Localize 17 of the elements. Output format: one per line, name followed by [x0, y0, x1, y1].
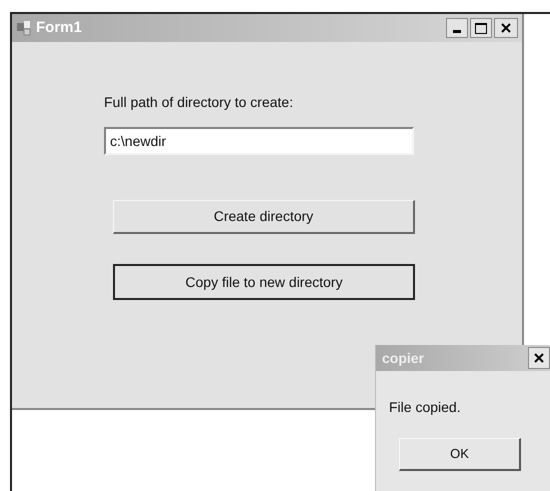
maximize-icon	[475, 22, 487, 34]
minimize-icon	[453, 30, 461, 33]
close-icon	[534, 353, 544, 363]
close-button[interactable]	[528, 347, 550, 369]
maximize-button[interactable]	[470, 18, 492, 38]
minimize-button[interactable]	[446, 18, 468, 38]
path-field[interactable]: c:\newdir	[104, 127, 414, 155]
dialog-title: copier	[382, 348, 424, 368]
dialog-message: File copied.	[389, 398, 462, 417]
window-title: Form1	[36, 18, 82, 38]
close-button[interactable]	[494, 18, 518, 38]
close-icon	[501, 23, 511, 33]
window-icon	[16, 20, 32, 36]
ok-button[interactable]: OK	[399, 438, 521, 471]
action-button[interactable]: Create directory	[113, 200, 415, 234]
action-button[interactable]: Copy file to new directory	[113, 264, 415, 300]
path-label: Full path of directory to create:	[104, 93, 294, 112]
